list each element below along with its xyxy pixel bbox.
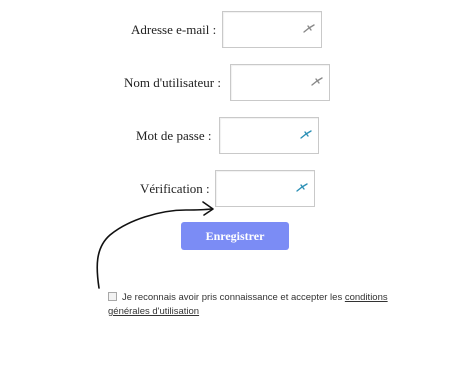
terms-checkbox[interactable] (108, 292, 117, 301)
verification-field[interactable] (215, 170, 315, 207)
terms-text: Je reconnais avoir pris connaissance et … (122, 292, 345, 303)
pen-icon (296, 183, 308, 192)
password-field[interactable] (219, 117, 319, 154)
pen-icon (300, 130, 312, 139)
username-label: Nom d'utilisateur : (124, 75, 221, 90)
register-button[interactable]: Enregistrer (181, 222, 289, 250)
password-label: Mot de passe : (136, 128, 212, 143)
pen-icon (311, 77, 323, 86)
terms-row: Je reconnais avoir pris connaissance et … (108, 291, 388, 319)
verification-label: Vérification : (140, 181, 210, 196)
pen-icon (303, 24, 315, 33)
terms-link-continued[interactable]: générales d'utilisation (108, 306, 199, 317)
username-field[interactable] (230, 64, 330, 101)
terms-link[interactable]: conditions (345, 292, 388, 303)
email-field[interactable] (222, 11, 322, 48)
email-label: Adresse e-mail : (131, 22, 217, 37)
